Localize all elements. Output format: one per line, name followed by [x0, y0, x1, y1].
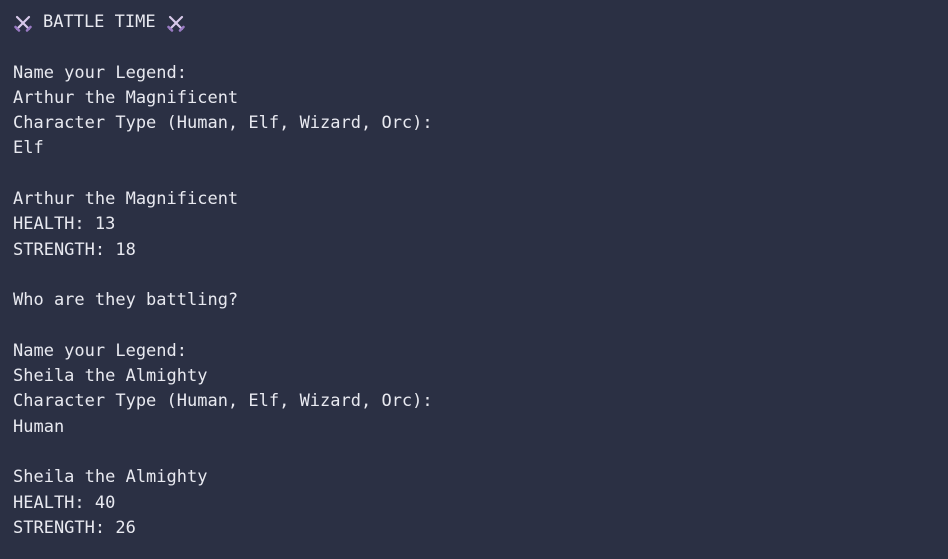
character1-type-input: Elf	[13, 138, 44, 159]
battle-time-title: BATTLE TIME	[43, 12, 156, 32]
character1-name-input: Arthur the Magnificent	[13, 87, 239, 108]
name-prompt: Name your Legend:	[13, 340, 187, 361]
type-prompt: Character Type (Human, Elf, Wizard, Orc)…	[13, 391, 433, 412]
name-prompt: Name your Legend:	[13, 62, 187, 83]
console-output: BATTLE TIME Name your Legend: Arthur the…	[0, 0, 948, 559]
character2-summary-name: Sheila the Almighty	[13, 467, 208, 488]
crossed-swords-icon	[14, 15, 32, 32]
character1-summary-name: Arthur the Magnificent	[13, 189, 239, 210]
character2-type-input: Human	[13, 416, 65, 437]
character2-strength: STRENGTH: 26	[13, 517, 136, 538]
type-prompt: Character Type (Human, Elf, Wizard, Orc)…	[13, 113, 433, 134]
opponent-prompt: Who are they battling?	[13, 290, 239, 311]
battle-time-header: BATTLE TIME	[13, 10, 935, 35]
character2-name-input: Sheila the Almighty	[13, 366, 208, 387]
character1-health: HEALTH: 13	[13, 214, 116, 235]
character2-health: HEALTH: 40	[13, 492, 116, 513]
crossed-swords-icon	[166, 15, 185, 32]
character1-strength: STRENGTH: 18	[13, 239, 136, 260]
